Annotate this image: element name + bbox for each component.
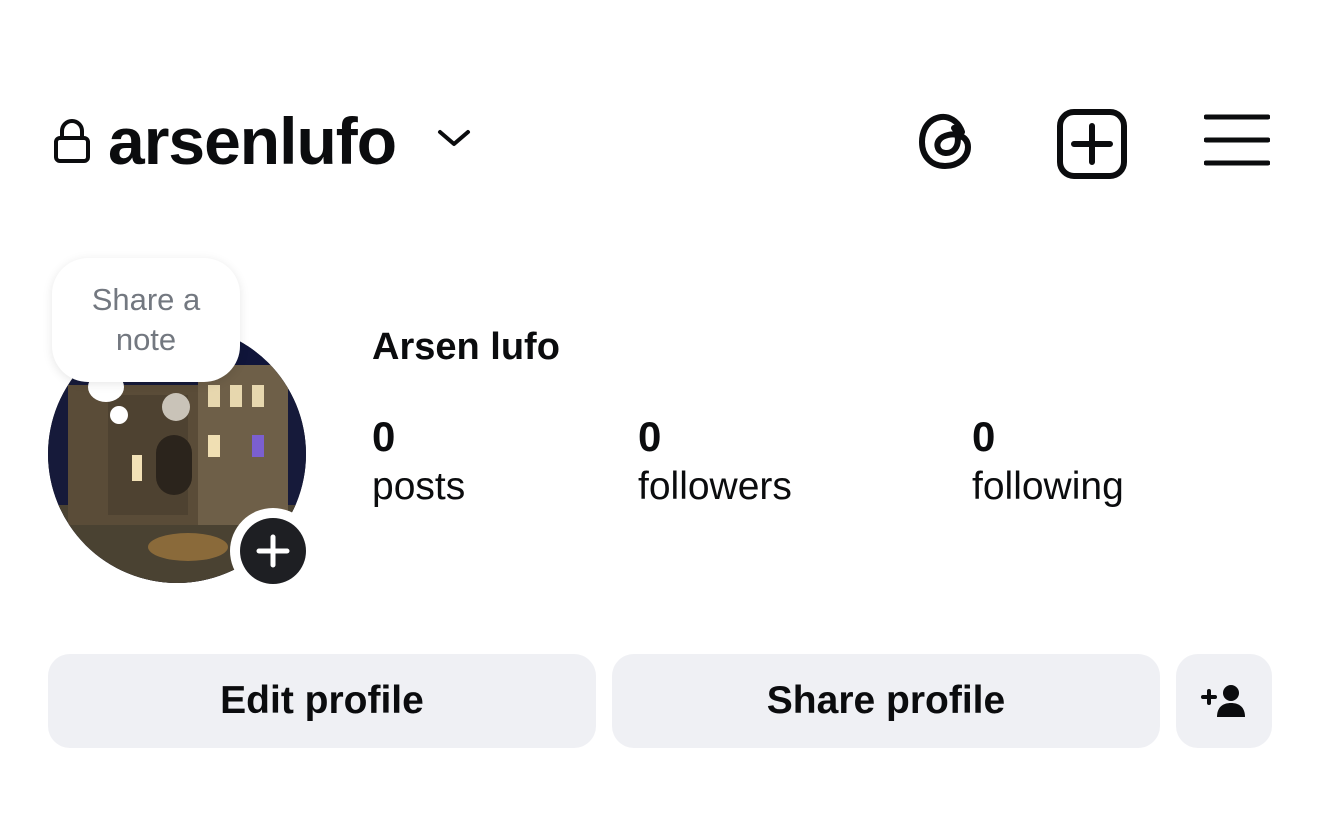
- username-title[interactable]: arsenlufo: [108, 108, 397, 174]
- plus-icon: [256, 534, 290, 568]
- profile-header: arsenlufo: [0, 90, 1320, 200]
- profile-page: arsenlufo Share a note Arsen lufo 0 post…: [0, 0, 1320, 827]
- followers-count[interactable]: 0 followers: [638, 412, 792, 512]
- stat-value: 0: [972, 413, 996, 460]
- lock-icon: [54, 119, 90, 163]
- share-note-bubble[interactable]: Share a note: [52, 258, 240, 382]
- display-name: Arsen lufo: [372, 326, 560, 368]
- threads-icon[interactable]: [914, 108, 980, 174]
- edit-profile-button[interactable]: Edit profile: [48, 654, 596, 748]
- add-story-button[interactable]: [230, 508, 316, 594]
- stat-label: posts: [372, 465, 466, 508]
- posts-count[interactable]: 0 posts: [372, 412, 465, 512]
- note-prompt-text: Share a note: [91, 282, 201, 357]
- following-count[interactable]: 0 following: [972, 412, 1124, 512]
- chevron-down-icon[interactable]: [436, 126, 472, 150]
- discover-people-button[interactable]: [1176, 654, 1272, 748]
- note-bubble-dot: [110, 406, 128, 424]
- stat-label: following: [972, 465, 1124, 508]
- plus-square-icon[interactable]: [1056, 108, 1128, 180]
- stat-label: followers: [638, 465, 792, 508]
- add-person-icon: [1201, 685, 1245, 717]
- stat-value: 0: [372, 413, 396, 460]
- hamburger-menu-icon[interactable]: [1204, 112, 1270, 168]
- share-profile-button[interactable]: Share profile: [612, 654, 1160, 748]
- stat-value: 0: [638, 413, 662, 460]
